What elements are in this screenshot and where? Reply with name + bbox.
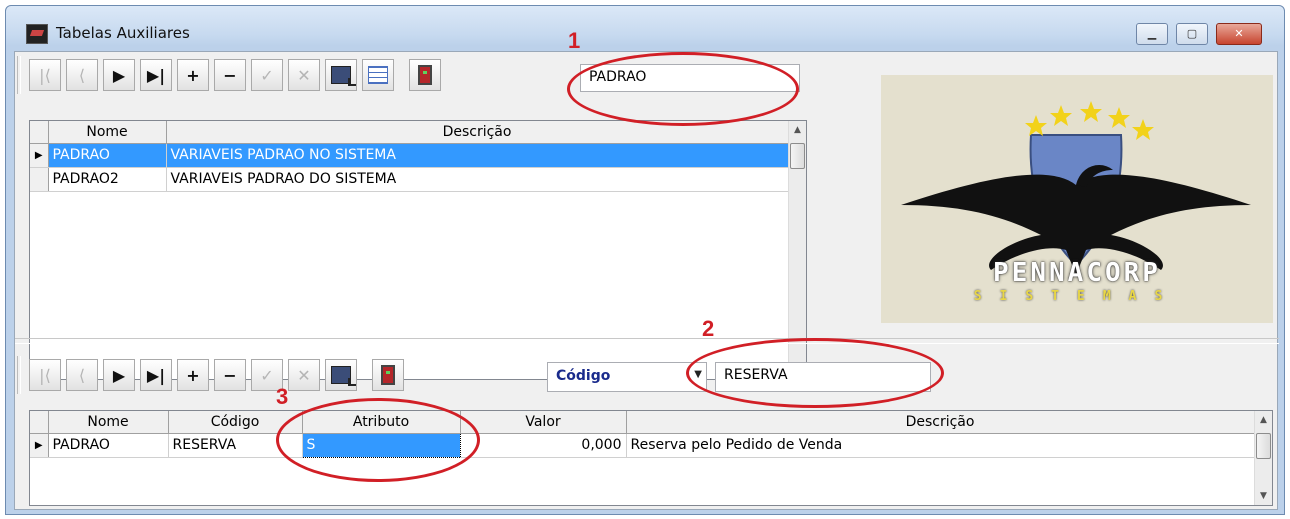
print-icon xyxy=(331,66,356,86)
minimize-button[interactable]: ▁ xyxy=(1136,23,1168,45)
top-search-input[interactable]: PADRAO xyxy=(580,64,800,92)
table-row[interactable]: ▶ PADRAO VARIAVEIS PADRAO NO SISTEMA xyxy=(30,143,789,168)
bottom-grid: Nome Código Atributo Valor Descrição ▶ P… xyxy=(29,410,1273,506)
cell-nome[interactable]: PADRAO xyxy=(48,143,167,168)
first-record-button[interactable]: |⟨ xyxy=(29,359,61,391)
title-bar[interactable]: Tabelas Auxiliares ▁ ▢ ✕ xyxy=(6,6,1284,48)
bottom-search-input[interactable]: RESERVA xyxy=(715,362,931,392)
toolbar-grip xyxy=(17,356,21,394)
cell-nome[interactable]: PADRAO xyxy=(48,433,169,458)
bottom-grid-scrollbar[interactable]: ▲ ▼ xyxy=(1254,411,1272,505)
grid-indicator-header xyxy=(30,411,49,434)
bottom-toolbar: |⟨ ⟨ ▶ ▶| + − ✓ ✕ xyxy=(17,356,409,394)
toolbar-grip xyxy=(17,56,21,94)
cell-atributo[interactable]: S xyxy=(301,432,461,458)
cell-codigo[interactable]: RESERVA xyxy=(168,433,303,458)
cell-valor[interactable]: 0,000 xyxy=(460,433,627,458)
logo-sub-text: SISTEMAS xyxy=(973,289,1181,304)
filter-field-select[interactable]: Código ▼ xyxy=(547,362,707,392)
scroll-up-icon[interactable]: ▲ xyxy=(1255,411,1272,429)
post-edit-button[interactable]: ✓ xyxy=(251,59,283,91)
bottom-grid-header: Nome Código Atributo Valor Descrição xyxy=(30,411,1255,434)
table-row[interactable]: ▶ PADRAO RESERVA S 0,000 Reserva pelo Pe… xyxy=(30,432,1255,458)
last-record-button[interactable]: ▶| xyxy=(140,359,172,391)
cell-nome[interactable]: PADRAO2 xyxy=(48,167,167,192)
maximize-button[interactable]: ▢ xyxy=(1176,23,1208,45)
top-toolbar: |⟨ ⟨ ▶ ▶| + − ✓ ✕ xyxy=(17,56,446,94)
exit-door-icon xyxy=(418,65,432,85)
delete-record-button[interactable]: − xyxy=(214,59,246,91)
top-grid-header: Nome Descrição xyxy=(30,121,789,144)
insert-record-button[interactable]: + xyxy=(177,359,209,391)
table-row[interactable]: PADRAO2 VARIAVEIS PADRAO DO SISTEMA xyxy=(30,167,789,192)
print-icon xyxy=(331,366,356,386)
row-indicator xyxy=(30,167,49,192)
annotation-number-3: 3 xyxy=(276,384,289,409)
annotation-number-2: 2 xyxy=(702,316,715,341)
cell-descricao[interactable]: VARIAVEIS PADRAO DO SISTEMA xyxy=(166,167,789,192)
filter-field-value: Código xyxy=(556,368,611,384)
app-icon xyxy=(26,24,48,44)
cell-descricao[interactable]: VARIAVEIS PADRAO NO SISTEMA xyxy=(166,143,789,168)
exit-door-icon xyxy=(381,365,395,385)
exit-button[interactable] xyxy=(372,359,404,391)
company-logo: PENNACORP SISTEMAS xyxy=(881,75,1273,323)
prior-record-button[interactable]: ⟨ xyxy=(66,59,98,91)
column-header-descricao[interactable]: Descrição xyxy=(626,411,1255,434)
window-title: Tabelas Auxiliares xyxy=(56,24,190,42)
grid-indicator-header xyxy=(30,121,49,144)
column-header-valor[interactable]: Valor xyxy=(460,411,627,434)
client-area: |⟨ ⟨ ▶ ▶| + − ✓ ✕ PADRAO Nome Descrição xyxy=(14,51,1279,510)
scroll-thumb[interactable] xyxy=(790,143,805,169)
annotation-number-1: 1 xyxy=(568,28,581,53)
logo-brand-text: PENNACORP xyxy=(993,258,1161,288)
close-button[interactable]: ✕ xyxy=(1216,23,1262,45)
scroll-down-icon[interactable]: ▼ xyxy=(1255,487,1272,505)
grid-view-button[interactable] xyxy=(362,59,394,91)
column-header-descricao[interactable]: Descrição xyxy=(166,121,789,144)
row-indicator-icon: ▶ xyxy=(30,433,49,458)
column-header-codigo[interactable]: Código xyxy=(168,411,303,434)
first-record-button[interactable]: |⟨ xyxy=(29,59,61,91)
next-record-button[interactable]: ▶ xyxy=(103,359,135,391)
scroll-thumb[interactable] xyxy=(1256,433,1271,459)
prior-record-button[interactable]: ⟨ xyxy=(66,359,98,391)
print-button[interactable] xyxy=(325,59,357,91)
row-indicator-icon: ▶ xyxy=(30,143,49,168)
column-header-nome[interactable]: Nome xyxy=(48,121,167,144)
print-button[interactable] xyxy=(325,359,357,391)
delete-record-button[interactable]: − xyxy=(214,359,246,391)
column-header-nome[interactable]: Nome xyxy=(48,411,169,434)
next-record-button[interactable]: ▶ xyxy=(103,59,135,91)
chevron-down-icon[interactable]: ▼ xyxy=(694,369,702,380)
exit-button[interactable] xyxy=(409,59,441,91)
cancel-edit-button[interactable]: ✕ xyxy=(288,359,320,391)
scroll-up-icon[interactable]: ▲ xyxy=(789,121,806,139)
column-header-atributo[interactable]: Atributo xyxy=(302,411,461,434)
insert-record-button[interactable]: + xyxy=(177,59,209,91)
main-window: Tabelas Auxiliares ▁ ▢ ✕ |⟨ ⟨ ▶ ▶| + − ✓… xyxy=(5,5,1285,515)
grid-icon xyxy=(368,66,388,84)
cell-descricao[interactable]: Reserva pelo Pedido de Venda xyxy=(626,433,1255,458)
cancel-edit-button[interactable]: ✕ xyxy=(288,59,320,91)
panel-splitter[interactable] xyxy=(15,338,1279,344)
last-record-button[interactable]: ▶| xyxy=(140,59,172,91)
